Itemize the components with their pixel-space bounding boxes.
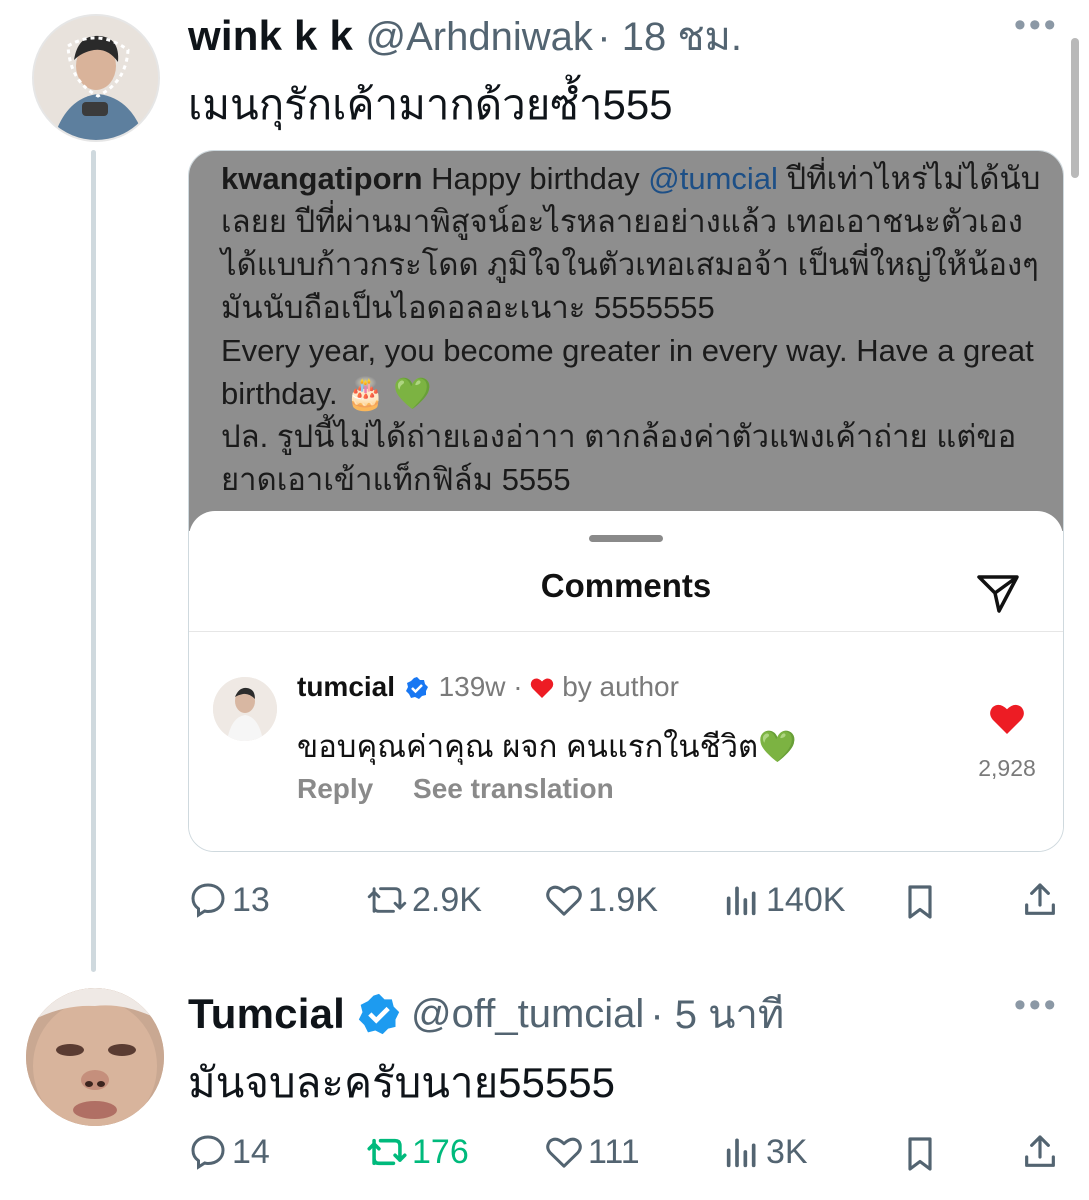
embedded-image[interactable]: kwangatiporn Happy birthday @tumcial ปีท… <box>188 150 1064 852</box>
retweet-button[interactable]: 176 <box>366 1132 469 1172</box>
like-button[interactable]: 111 <box>544 1132 640 1172</box>
like-button[interactable]: 1.9K <box>544 880 658 920</box>
share-icon[interactable] <box>1020 1132 1060 1172</box>
caption-intro: Happy birthday <box>422 161 649 196</box>
see-translation-link: See translation <box>413 773 614 804</box>
comment-age: 139w <box>438 671 506 702</box>
divider <box>189 631 1063 632</box>
tweet-text: มันจบละครับนาย55555 <box>188 1059 615 1106</box>
comment-text: ขอบคุณค่าคุณ ผจก คนแรกในชีวิต💚 <box>297 729 797 764</box>
comments-sheet: Comments tumcial 139w · by author ขอบคุณ… <box>189 511 1063 851</box>
comment-like-count: 2,928 <box>978 755 1036 781</box>
caption-username: kwangatiporn <box>221 161 423 196</box>
author-handle[interactable]: @off_tumcial <box>411 992 644 1037</box>
caption-area: kwangatiporn Happy birthday @tumcial ปีท… <box>189 151 1063 531</box>
reply-count: 13 <box>232 880 270 919</box>
like-icon <box>546 1137 582 1168</box>
retweet-count: 2.9K <box>412 880 482 919</box>
separator: · <box>505 671 531 702</box>
like-count: 1.9K <box>588 880 658 919</box>
caption-english: Every year, you become greater in every … <box>221 333 1034 411</box>
retweet-icon <box>367 887 407 913</box>
more-icon[interactable]: ••• <box>1014 6 1059 45</box>
thread-connector-line <box>91 150 96 972</box>
reply-count: 14 <box>232 1132 270 1171</box>
verified-badge-icon <box>358 993 400 1035</box>
author-name[interactable]: wink k k <box>188 12 353 59</box>
paper-plane-icon <box>977 575 1019 613</box>
verified-badge-icon <box>405 677 428 699</box>
caption-mention: @tumcial <box>648 161 778 196</box>
view-count: 140K <box>766 880 846 919</box>
views-button[interactable]: 3K <box>722 1132 808 1172</box>
heart-icon <box>531 678 554 698</box>
comment-avatar <box>213 677 277 741</box>
reply-button[interactable]: 14 <box>188 1132 270 1172</box>
retweet-icon <box>367 1138 407 1166</box>
views-button[interactable]: 140K <box>722 880 845 920</box>
scrollbar[interactable] <box>1071 38 1079 178</box>
comment-actions: Reply See translation <box>297 773 614 805</box>
share-icon[interactable] <box>1020 880 1060 920</box>
reply-icon <box>191 1135 225 1170</box>
reply-button[interactable]: 13 <box>188 880 270 920</box>
comment-like-icon <box>990 704 1024 734</box>
bookmark-icon[interactable] <box>900 1134 940 1174</box>
sheet-title: Comments <box>540 567 712 604</box>
retweet-count: 176 <box>412 1132 469 1171</box>
reply-link: Reply <box>297 773 374 804</box>
views-icon <box>726 886 756 916</box>
by-author-label: by author <box>562 671 679 702</box>
comment-username: tumcial <box>297 671 396 702</box>
caption-ps: ปล. รูปนี้ไม่ได้ถ่ายเองอ่าาา ตากล้องค่าต… <box>221 419 1017 497</box>
sheet-grabber <box>589 535 663 542</box>
timestamp[interactable]: · 18 ชม. <box>597 15 742 59</box>
more-icon[interactable]: ••• <box>1014 986 1059 1025</box>
avatar[interactable] <box>26 988 164 1126</box>
retweet-button[interactable]: 2.9K <box>366 880 482 920</box>
author-handle[interactable]: @Arhdniwak <box>365 15 592 59</box>
bookmark-icon[interactable] <box>900 882 940 922</box>
author-name[interactable]: Tumcial <box>188 990 345 1038</box>
view-count: 3K <box>766 1132 808 1171</box>
comment-meta: tumcial 139w · by author <box>297 671 679 703</box>
like-count: 111 <box>588 1132 640 1171</box>
views-icon <box>726 1138 756 1168</box>
like-icon <box>546 885 582 916</box>
tweet-text: เมนกุรักเค้ามากด้วยซ้ำ555 <box>188 81 673 128</box>
avatar[interactable] <box>32 14 160 142</box>
timestamp[interactable]: · 5 นาที <box>650 982 784 1046</box>
caption-text: kwangatiporn Happy birthday @tumcial ปีท… <box>221 157 1041 501</box>
reply-icon <box>191 883 225 918</box>
